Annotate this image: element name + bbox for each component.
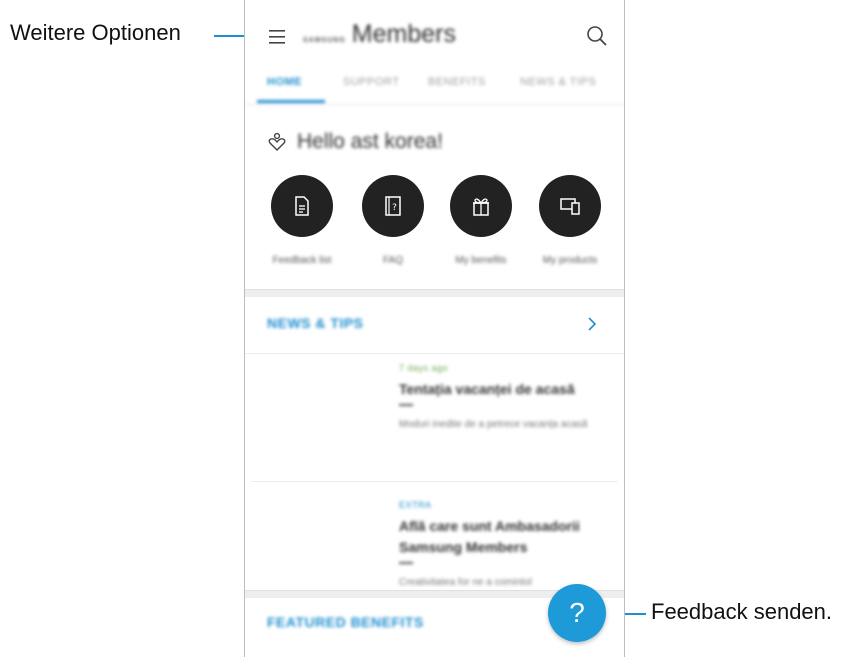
greeting-text: Hello ast korea! (297, 130, 443, 153)
more-options-callout-label: Weitere Optionen (10, 20, 181, 45)
search-icon[interactable] (585, 24, 609, 48)
greeting: Hello ast korea! (267, 130, 443, 154)
tab-benefits[interactable]: BENEFITS (428, 76, 486, 88)
gift-icon (473, 198, 489, 216)
news-title: Află care sunt Ambasadorii Samsung Membe… (399, 518, 580, 555)
quick-action-label: My benefits (455, 255, 507, 266)
news-item[interactable]: 7 days ago Tentația vacanței de acasă Mo… (251, 345, 618, 482)
quick-action-label: My products (542, 255, 598, 266)
news-description: Moduri inedite de a petrece vacanța acas… (399, 419, 588, 430)
tab-support[interactable]: SUPPORT (343, 76, 399, 88)
hamburger-menu-icon[interactable] (267, 28, 289, 46)
quick-action-faq[interactable]: ? FAQ (348, 175, 438, 266)
tab-home[interactable]: HOME (267, 76, 302, 88)
svg-text:?: ? (392, 203, 397, 213)
help-icon: ? (569, 597, 585, 628)
feedback-callout-label: Feedback senden. (651, 599, 833, 624)
heart-person-icon (268, 132, 286, 151)
brand-wordmark: SAMSUNG (303, 37, 346, 44)
app-title: SAMSUNG Members (303, 20, 456, 49)
app-title-text: Members (351, 20, 456, 48)
news-separator (399, 562, 413, 564)
quick-action-my-products[interactable]: My products (525, 175, 615, 266)
news-title: Tentația vacanței de acasă (399, 381, 575, 397)
chevron-right-icon[interactable] (585, 315, 599, 333)
quick-action-label: Feedback list (272, 255, 332, 266)
featured-benefits-title: FEATURED BENEFITS (267, 614, 424, 630)
devices-icon (560, 198, 580, 215)
news-category: 7 days ago (399, 363, 449, 373)
news-item[interactable]: EXTRA Află care sunt Ambasadorii Samsung… (251, 482, 618, 590)
news-category: EXTRA (399, 500, 432, 510)
feedback-button[interactable]: ? (548, 584, 606, 642)
active-tab-indicator (257, 100, 325, 103)
news-separator (399, 404, 413, 406)
section-divider (245, 289, 624, 297)
news-tips-title: NEWS & TIPS (267, 315, 364, 331)
document-icon (295, 196, 309, 216)
tab-news-tips[interactable]: NEWS & TIPS (520, 76, 596, 88)
quick-action-label: FAQ (382, 255, 403, 266)
quick-action-my-benefits[interactable]: My benefits (436, 175, 526, 266)
phone-screen: SAMSUNG Members HOME SUPPORT BENEFITS NE… (244, 0, 625, 657)
quick-action-feedback-list[interactable]: Feedback list (257, 175, 347, 266)
faq-icon: ? (385, 196, 401, 216)
tab-bar: HOME SUPPORT BENEFITS NEWS & TIPS (245, 66, 624, 105)
